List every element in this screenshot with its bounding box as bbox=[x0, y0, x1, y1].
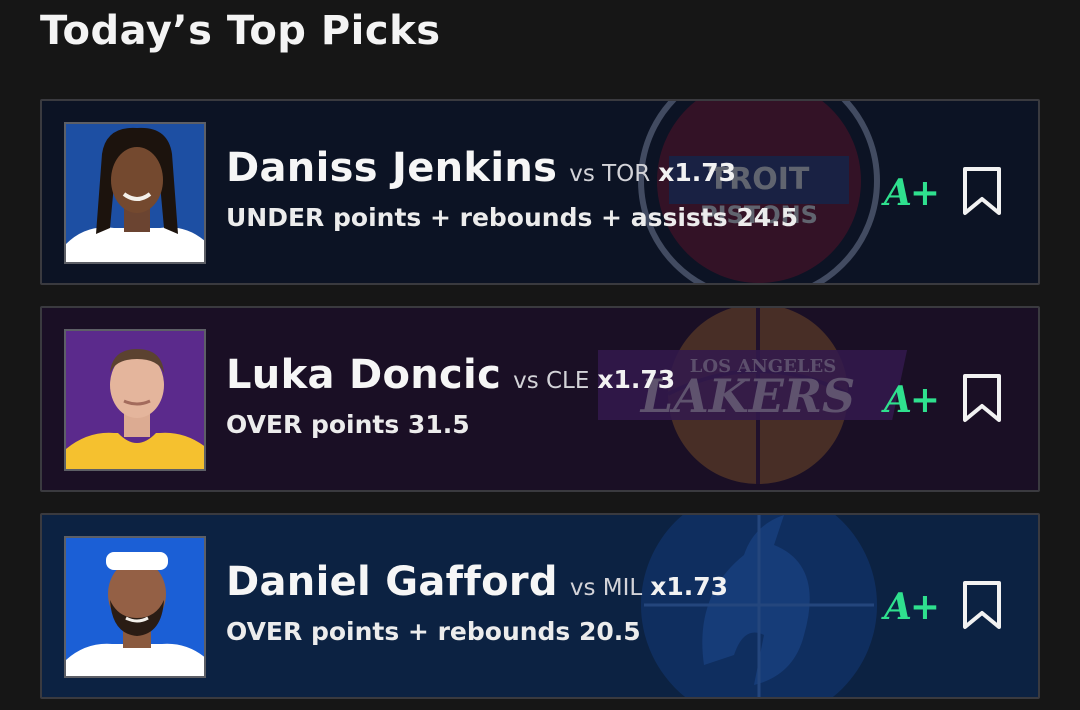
payout-multiplier: x1.73 bbox=[650, 572, 728, 601]
los-angeles-lakers-logo: LOS ANGELES LAKERS bbox=[598, 308, 918, 490]
prop-line: OVER points + rebounds 20.5 bbox=[226, 617, 641, 646]
opponent-label: vs TOR bbox=[569, 161, 651, 187]
pick-headline: Daniss Jenkins vs TOR x1.73 bbox=[226, 145, 736, 191]
opponent-label: vs MIL bbox=[569, 575, 643, 601]
bookmark-icon[interactable] bbox=[961, 165, 1003, 221]
grade-badge: A+ bbox=[884, 379, 940, 421]
detroit-pistons-logo: TROIT PISTONS bbox=[634, 101, 884, 283]
payout-multiplier: x1.73 bbox=[597, 365, 676, 394]
player-name: Luka Doncic bbox=[226, 352, 502, 398]
pick-card[interactable]: Daniel Gafford vs MIL x1.73 OVER points … bbox=[40, 513, 1040, 699]
player-photo bbox=[64, 536, 206, 678]
player-photo bbox=[64, 122, 206, 264]
player-photo bbox=[64, 329, 206, 471]
player-name: Daniss Jenkins bbox=[226, 145, 558, 191]
player-name: Daniel Gafford bbox=[226, 559, 558, 605]
bookmark-icon[interactable] bbox=[961, 579, 1003, 635]
pick-headline: Daniel Gafford vs MIL x1.73 bbox=[226, 559, 728, 605]
top-picks-page: Today’s Top Picks TROIT PISTONS Daniss J… bbox=[0, 0, 1080, 710]
pick-headline: Luka Doncic vs CLE x1.73 bbox=[226, 352, 675, 398]
prop-line: OVER points 31.5 bbox=[226, 410, 470, 439]
bookmark-icon[interactable] bbox=[961, 372, 1003, 428]
pick-card[interactable]: TROIT PISTONS Daniss Jenkins vs TOR x1.7… bbox=[40, 99, 1040, 285]
opponent-label: vs CLE bbox=[513, 368, 590, 394]
grade-badge: A+ bbox=[884, 172, 940, 214]
dallas-mavericks-logo bbox=[634, 515, 884, 697]
payout-multiplier: x1.73 bbox=[658, 158, 737, 187]
grade-badge: A+ bbox=[884, 586, 940, 628]
prop-line: UNDER points + rebounds + assists 24.5 bbox=[226, 203, 799, 232]
page-title: Today’s Top Picks bbox=[40, 8, 441, 54]
pick-card[interactable]: LOS ANGELES LAKERS Luka Doncic vs CLE x1… bbox=[40, 306, 1040, 492]
